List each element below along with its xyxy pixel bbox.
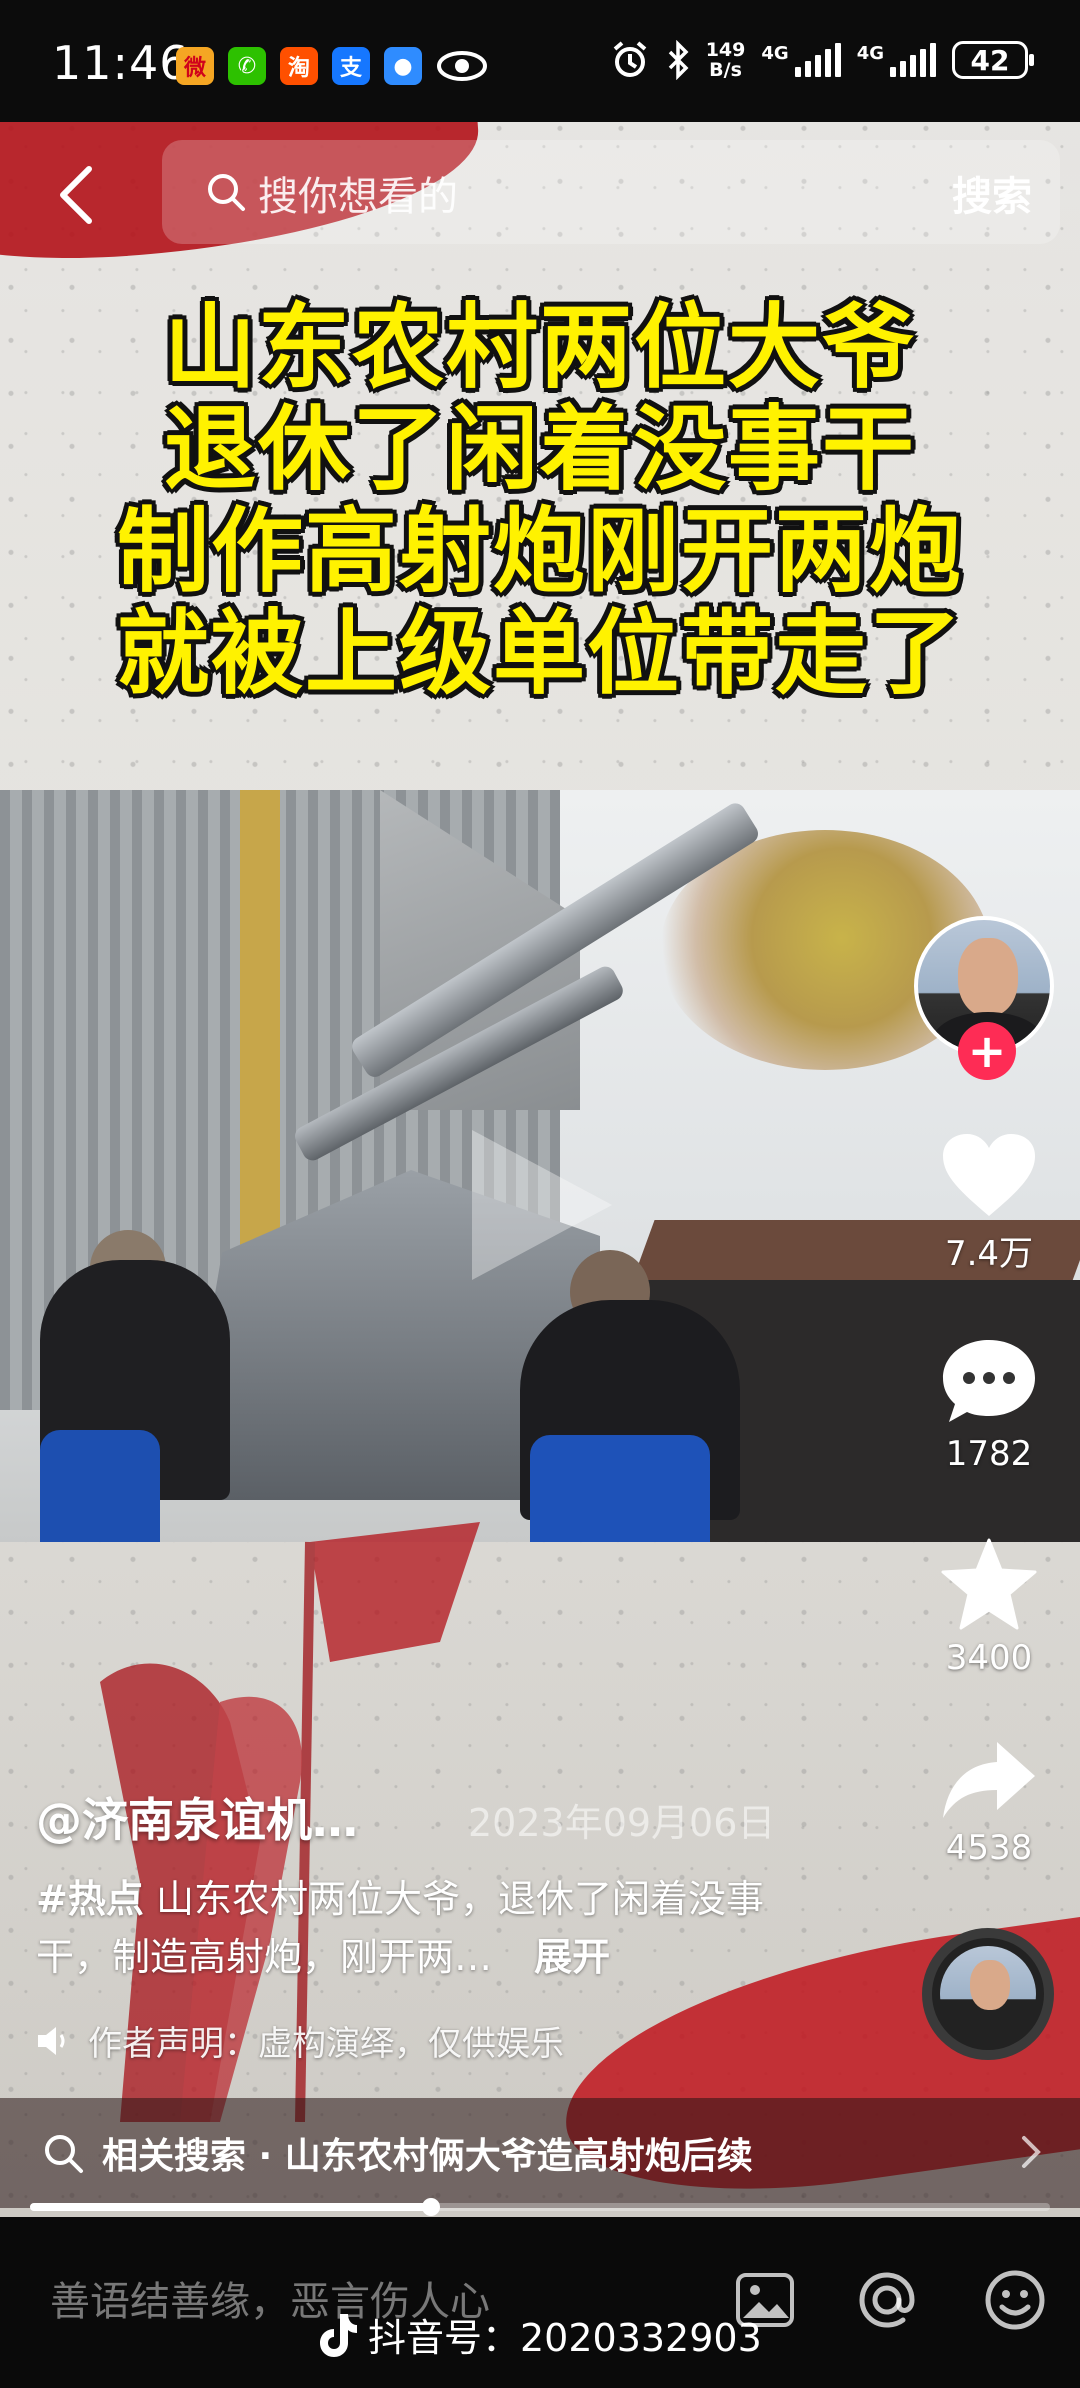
- statement-text: 作者声明：虚构演绎，仅供娱乐: [88, 2024, 564, 2064]
- comment-icon: [943, 1340, 1035, 1422]
- speaker-icon: [38, 2026, 65, 2055]
- star-icon: [941, 1538, 1037, 1630]
- signal-strength-2: 4G: [857, 43, 936, 77]
- favorite-button[interactable]: 3400: [914, 1538, 1064, 1678]
- back-button[interactable]: [50, 160, 100, 230]
- tiktok-logo-icon: [320, 2313, 357, 2357]
- system-indicators: 149 B/s 4G 4G 42: [610, 39, 1034, 81]
- chevron-right-icon: [1022, 2136, 1041, 2168]
- play-icon[interactable]: [462, 1120, 622, 1290]
- emoji-icon: [985, 2270, 1045, 2330]
- expand-button[interactable]: 展开: [534, 1935, 610, 1979]
- search-input[interactable]: 搜你想看的 搜索: [162, 140, 1060, 244]
- wechat-icon: ✆: [228, 47, 266, 85]
- message-icon: ●: [384, 47, 422, 85]
- hashtag-link[interactable]: #热点: [36, 1877, 144, 1921]
- author-statement: 作者声明：虚构演绎，仅供娱乐: [36, 2016, 564, 2065]
- playback-progress-fill: [30, 2203, 431, 2211]
- music-disc[interactable]: [922, 1928, 1054, 2060]
- battery-indicator: 42: [952, 41, 1034, 79]
- at-icon: [859, 2272, 915, 2328]
- favorite-count: 3400: [945, 1638, 1033, 1678]
- playback-progress-bar[interactable]: [30, 2198, 1050, 2216]
- search-placeholder: 搜你想看的: [258, 174, 458, 220]
- status-time: 11:46: [52, 36, 190, 90]
- comment-button[interactable]: 1782: [914, 1336, 1064, 1474]
- alipay-icon: 支: [332, 47, 370, 85]
- related-search-label: 相关搜索 · 山东农村俩大爷造高射炮后续: [102, 2136, 753, 2177]
- like-count: 7.4万: [944, 1234, 1034, 1274]
- douyin-id-text: 抖音号：2020332903: [368, 2316, 762, 2360]
- share-button[interactable]: 4538: [914, 1740, 1064, 1868]
- comment-bar: 善语结善缘，恶言伤人心 抖音号：2020332903: [0, 2217, 1080, 2388]
- douyin-watermark: 抖音号：2020332903: [318, 2307, 762, 2362]
- comment-count: 1782: [945, 1434, 1033, 1474]
- heart-icon: [943, 1134, 1035, 1216]
- headline-line: 制作高射炮刚开两炮: [116, 498, 963, 605]
- weibo-icon: 微: [176, 47, 214, 85]
- alarm-icon: [613, 41, 647, 77]
- author-name[interactable]: @济南泉谊机…: [36, 1784, 358, 1850]
- chevron-left-icon: [60, 166, 92, 224]
- search-icon: [208, 174, 245, 211]
- share-icon: [943, 1742, 1035, 1818]
- post-date: 2023年09月06日: [468, 1801, 776, 1845]
- status-app-icons: 微 ✆ 淘 支 ●: [176, 47, 488, 85]
- like-button[interactable]: 7.4万: [914, 1132, 1064, 1275]
- related-search-bar[interactable]: 相关搜索 · 山东农村俩大爷造高射炮后续: [0, 2098, 1080, 2208]
- headline-line: 退休了闲着没事干: [163, 396, 916, 503]
- headline-line: 山东农村两位大爷: [163, 294, 916, 401]
- playback-progress-handle[interactable]: [421, 2198, 440, 2216]
- headline-line: 就被上级单位带走了: [116, 600, 963, 707]
- net-speed: 149 B/s: [705, 39, 746, 81]
- follow-button[interactable]: +: [958, 1022, 1016, 1080]
- status-bar: 11:46 微 ✆ 淘 支 ● 149 B/s 4G 4G 42: [0, 0, 1080, 122]
- video-headline: 山东农村两位大爷 退休了闲着没事干 制作高射炮刚开两炮 就被上级单位带走了: [0, 297, 1080, 705]
- description-text: 山东农村两位大爷，退休了闲着没事干，制造高射炮，刚开两…: [36, 1877, 764, 1979]
- search-icon: [45, 2135, 83, 2173]
- share-count: 4538: [945, 1828, 1033, 1868]
- search-button[interactable]: 搜索: [952, 164, 1032, 222]
- emoji-button[interactable]: [980, 2265, 1050, 2335]
- taobao-icon: 淘: [280, 47, 318, 85]
- bluetooth-icon: [668, 40, 689, 80]
- mention-button[interactable]: [852, 2265, 922, 2335]
- post-description: #热点 山东农村两位大爷，退休了闲着没事干，制造高射炮，刚开两… 展开: [36, 1870, 816, 1986]
- eye-icon: [436, 47, 488, 85]
- signal-strength-1: 4G: [761, 43, 841, 77]
